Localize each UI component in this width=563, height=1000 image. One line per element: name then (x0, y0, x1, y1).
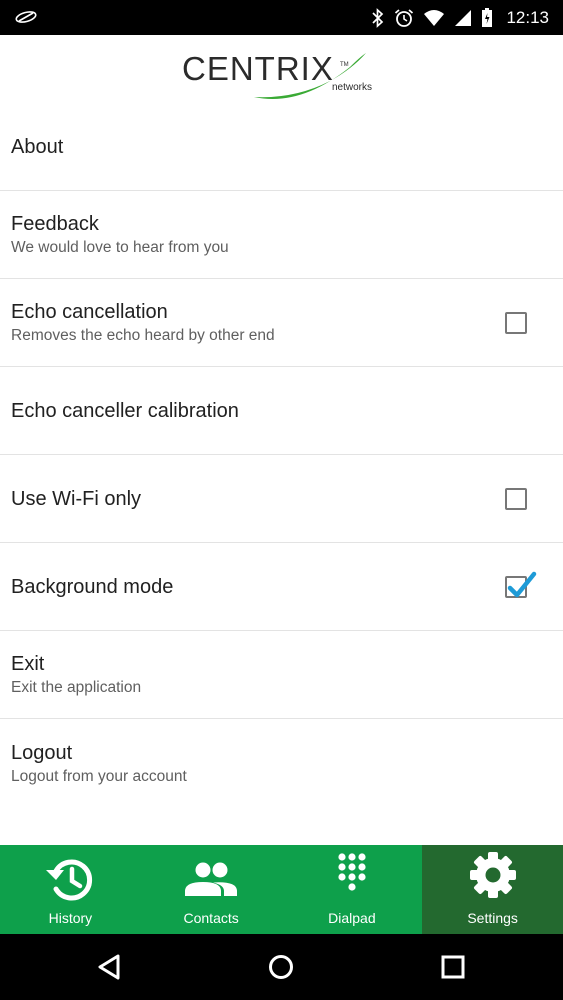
settings-item-subtitle: Exit the application (11, 679, 142, 696)
settings-item-background-mode[interactable]: Background mode (0, 543, 563, 631)
tab-label: History (48, 910, 93, 926)
contacts-icon (185, 862, 238, 896)
status-clock: 12:13 (506, 8, 549, 27)
system-nav-bar (0, 934, 563, 1000)
settings-item-subtitle: Removes the echo heard by other end (11, 327, 275, 344)
settings-item-wifi-only[interactable]: Use Wi-Fi only (0, 455, 563, 543)
wifi-only-checkbox[interactable] (505, 487, 527, 510)
settings-item-title: Echo canceller calibration (11, 399, 239, 422)
tab-contacts[interactable]: Contacts (141, 845, 282, 934)
logo-subtitle: networks (332, 82, 372, 93)
checkmark-icon (507, 571, 537, 597)
back-icon[interactable] (94, 951, 126, 983)
settings-item-title: About (11, 136, 64, 158)
history-icon (46, 859, 93, 901)
settings-item-echo-calibration[interactable]: Echo canceller calibration (0, 367, 563, 455)
settings-item-echo-cancellation[interactable]: Echo cancellation Removes the echo heard… (0, 279, 563, 367)
recents-icon[interactable] (437, 951, 469, 983)
settings-item-feedback[interactable]: Feedback We would love to hear from you (0, 191, 563, 279)
echo-cancellation-checkbox[interactable] (505, 311, 527, 334)
settings-item-logout[interactable]: Logout Logout from your account (0, 719, 563, 807)
logo-text: CENTRIX (182, 50, 334, 87)
wifi-icon (424, 10, 445, 26)
settings-item-title: Echo cancellation (11, 301, 168, 323)
settings-gear-icon (469, 852, 516, 898)
settings-item-title: Logout (11, 741, 73, 764)
app-notification-icon (15, 11, 37, 23)
settings-item-subtitle: Logout from your account (11, 767, 187, 785)
dialpad-icon (338, 853, 366, 891)
signal-icon (455, 10, 472, 26)
settings-item-subtitle: We would love to hear from you (11, 239, 229, 256)
status-bar: 12:13 (0, 0, 563, 35)
settings-list: About Feedback We would love to hear fro… (0, 104, 563, 807)
settings-item-title: Use Wi-Fi only (11, 487, 142, 510)
background-mode-checkbox[interactable] (505, 571, 537, 598)
settings-item-about[interactable]: About (0, 104, 563, 191)
settings-item-title: Background mode (11, 575, 174, 598)
logo-tm: TM (340, 62, 349, 68)
settings-item-exit[interactable]: Exit Exit the application (0, 631, 563, 719)
home-icon[interactable] (265, 951, 297, 983)
tab-settings[interactable]: Settings (422, 845, 563, 934)
centrix-logo: CENTRIX TM networks (182, 50, 372, 99)
tab-dialpad[interactable]: Dialpad (282, 845, 423, 934)
tab-label: Contacts (183, 910, 239, 926)
settings-item-title: Exit (11, 653, 45, 675)
settings-item-title: Feedback (11, 213, 99, 235)
alarm-icon (395, 9, 414, 27)
header: CENTRIX TM networks (0, 35, 563, 104)
tab-label: Dialpad (328, 910, 376, 926)
bottom-tab-bar: History Contacts Dialpad Settings (0, 845, 563, 934)
bluetooth-icon (372, 8, 384, 28)
tab-history[interactable]: History (0, 845, 141, 934)
tab-label: Settings (467, 910, 518, 926)
battery-icon (482, 8, 493, 27)
